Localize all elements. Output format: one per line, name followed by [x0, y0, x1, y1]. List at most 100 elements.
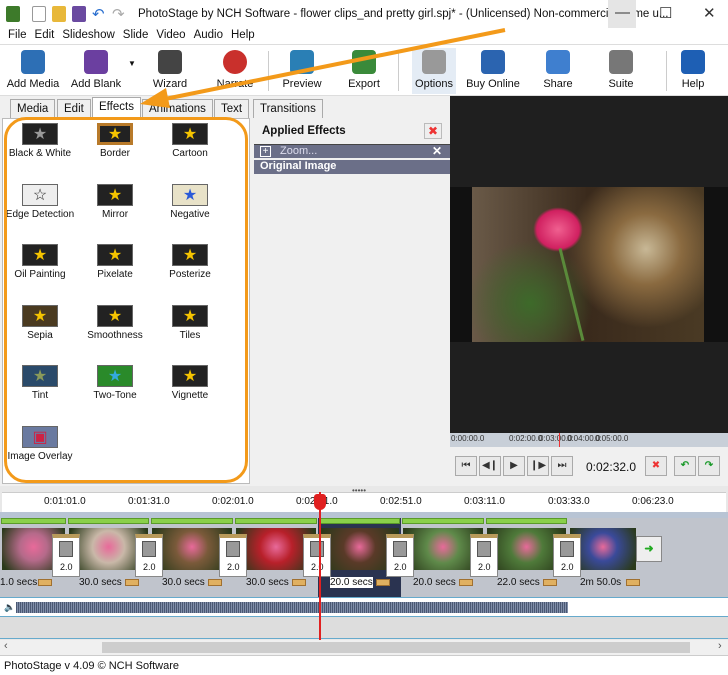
redo-icon[interactable]: ↷	[112, 5, 125, 23]
clip-settings-icon[interactable]	[626, 579, 640, 586]
toolbar-add-media-button[interactable]: Add Media	[4, 48, 62, 94]
preview-scrubber[interactable]: 0:00:00.0 0:02:00.0 0:03:00.0 0:04:00.0 0:05…	[450, 433, 728, 447]
clip-settings-icon[interactable]	[208, 579, 222, 586]
clip-settings-icon[interactable]	[292, 579, 306, 586]
audio-track[interactable]: 🔈	[0, 597, 728, 617]
clip-duration[interactable]: 30.0 secs	[162, 577, 205, 588]
transition-box[interactable]: 2.0	[219, 534, 247, 577]
clip-duration[interactable]: 20.0 secs	[330, 577, 373, 588]
clip-duration[interactable]: 2m 50.0s	[580, 577, 621, 588]
effect-cartoon[interactable]: ★ Cartoon	[153, 123, 227, 159]
expand-icon[interactable]: +	[260, 146, 271, 157]
effect-tiles[interactable]: ★ Tiles	[153, 304, 227, 341]
toolbar-help-button[interactable]: Help	[676, 48, 710, 94]
playhead[interactable]	[319, 492, 321, 640]
scrollbar-thumb[interactable]	[102, 642, 690, 653]
transition-box[interactable]: 2.0	[553, 534, 581, 577]
go-start-button[interactable]: ⏮	[455, 456, 477, 476]
clip-duration[interactable]: 30.0 secs	[79, 577, 122, 588]
transition-duration: 2.0	[561, 562, 574, 572]
playhead-handle[interactable]	[314, 494, 326, 510]
effects-panel: ★ Black & White ★ Border ★ Cartoon ☆ Edge Detec…	[2, 118, 250, 484]
clip-duration[interactable]: 30.0 secs	[246, 577, 289, 588]
tab-transitions[interactable]: Transitions	[253, 99, 323, 119]
tab-text[interactable]: Text	[214, 99, 250, 119]
toolbar-preview-button[interactable]: Preview	[280, 48, 324, 94]
clip-settings-icon[interactable]	[125, 579, 139, 586]
tab-media[interactable]: Media	[10, 99, 56, 119]
effect-vignette[interactable]: ★ Vignette	[153, 365, 227, 401]
menu-help[interactable]: Help	[231, 29, 255, 41]
effect-negative[interactable]: ★ Negative	[153, 183, 227, 220]
minimize-button[interactable]: —	[615, 4, 630, 21]
effect-edge-detection[interactable]: ☆ Edge Detection	[3, 183, 77, 220]
effect-oil-painting[interactable]: ★ Oil Painting	[3, 244, 77, 280]
menu-video[interactable]: Video	[156, 29, 185, 41]
clip-settings-icon[interactable]	[459, 579, 473, 586]
menu-slideshow[interactable]: Slideshow	[62, 29, 114, 41]
clip-duration[interactable]: 22.0 secs	[497, 577, 540, 588]
step-forward-button[interactable]: ❙▶	[527, 456, 549, 476]
speaker-icon[interactable]: 🔈	[4, 602, 15, 612]
toolbar-suite-button[interactable]: Suite	[604, 48, 638, 94]
remove-effect-icon[interactable]: ✕	[432, 144, 442, 158]
timeline-ruler[interactable]: 0:01:01.00:01:31.00:02:01.00:02:21.00:02…	[2, 492, 726, 512]
step-back-button[interactable]: ◀❙	[479, 456, 501, 476]
audio-waveform	[16, 602, 568, 613]
effect-image-overlay[interactable]: ▣ Image Overlay	[3, 425, 77, 462]
end-arrow-icon[interactable]: ➜	[636, 536, 662, 562]
tab-edit[interactable]: Edit	[57, 99, 91, 119]
effect-black-white[interactable]: ★ Black & White	[3, 123, 77, 159]
clip-settings-icon[interactable]	[376, 579, 390, 586]
play-button[interactable]: ▶	[503, 456, 525, 476]
app-logo-icon	[6, 6, 20, 22]
effect-label: Two-Tone	[93, 390, 137, 401]
tab-effects[interactable]: Effects	[92, 97, 141, 119]
effect-smoothness[interactable]: ★ Smoothness	[78, 304, 152, 341]
clip-duration[interactable]: 20.0 secs	[413, 577, 456, 588]
maximize-button[interactable]: ☐	[659, 4, 672, 22]
toolbar-share-button[interactable]: Share	[538, 48, 578, 94]
toolbar-label: Share	[543, 78, 573, 90]
menu-audio[interactable]: Audio	[194, 29, 223, 41]
new-file-icon[interactable]	[32, 6, 46, 22]
clip-settings-icon[interactable]	[38, 579, 52, 586]
transition-box[interactable]: 2.0	[470, 534, 498, 577]
toolbar-add-blank-button[interactable]: Add Blank	[68, 48, 124, 94]
clip-settings-icon[interactable]	[543, 579, 557, 586]
menu-file[interactable]: File	[8, 29, 27, 41]
effect-pixelate[interactable]: ★ Pixelate	[78, 244, 152, 280]
transition-box[interactable]: 2.0	[135, 534, 163, 577]
applied-effect-item[interactable]: + Zoom... ✕	[254, 144, 450, 158]
menu-slide[interactable]: Slide	[123, 29, 149, 41]
go-end-button[interactable]: ⏭	[551, 456, 573, 476]
undo-icon[interactable]: ↶	[92, 5, 105, 23]
toolbar-options-button[interactable]: Options	[412, 48, 456, 94]
clip-duration[interactable]: 1.0 secs	[0, 577, 37, 588]
close-button[interactable]: ✕	[703, 4, 716, 22]
transition-box[interactable]: 2.0	[386, 534, 414, 577]
add-blank-dropdown-icon[interactable]: ▼	[128, 59, 136, 68]
transition-box[interactable]: 2.0	[303, 534, 331, 577]
rotate-right-button[interactable]: ↷	[698, 456, 720, 476]
remove-all-effects-button[interactable]: ✖	[424, 123, 442, 139]
toolbar-buy-online-button[interactable]: Buy Online	[466, 48, 520, 94]
effect-mirror[interactable]: ★ Mirror	[78, 183, 152, 220]
rotate-left-button[interactable]: ↶	[674, 456, 696, 476]
toolbar-export-button[interactable]: Export	[344, 48, 384, 94]
open-icon[interactable]	[52, 6, 66, 22]
transition-box[interactable]: 2.0	[52, 534, 80, 577]
delete-button[interactable]: ✖	[645, 456, 667, 476]
toolbar-record-button[interactable]: Narrate	[210, 48, 260, 94]
effect-tint[interactable]: ★ Tint	[3, 365, 77, 401]
timeline-scrollbar[interactable]: ‹ ›	[0, 640, 728, 655]
toolbar-wizard-button[interactable]: Wizard	[148, 48, 192, 94]
effect-sepia[interactable]: ★ Sepia	[3, 304, 77, 341]
save-icon[interactable]	[72, 6, 86, 22]
effect-border[interactable]: ★ Border	[78, 123, 152, 159]
tab-animations[interactable]: Animations	[142, 99, 213, 119]
menu-edit[interactable]: Edit	[35, 29, 55, 41]
effect-posterize[interactable]: ★ Posterize	[153, 244, 227, 280]
effect-two-tone[interactable]: ★ Two-Tone	[78, 365, 152, 401]
timeline-ruler-tick: 0:06:23.0	[632, 496, 674, 507]
